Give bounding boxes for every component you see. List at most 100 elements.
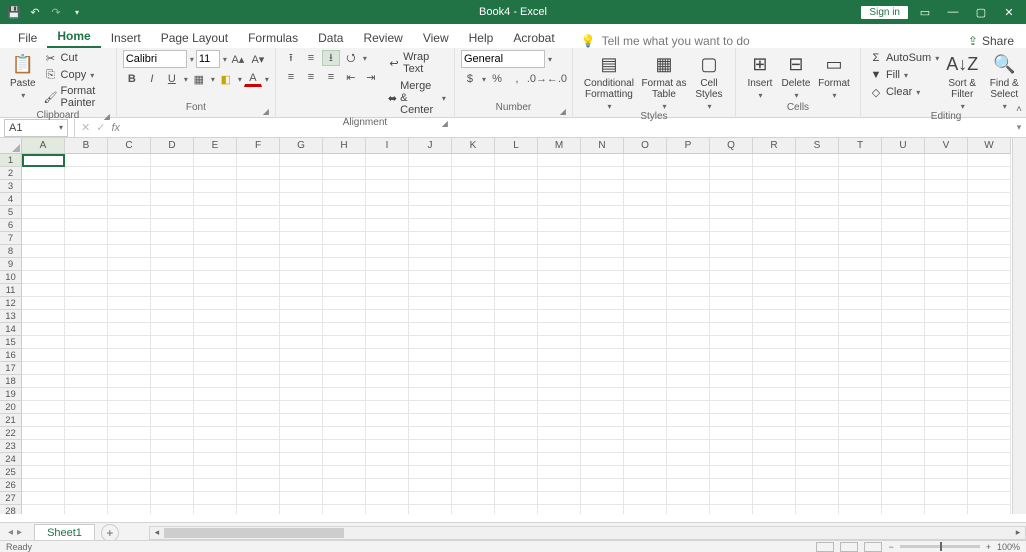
cell[interactable] [710,453,753,466]
row-header[interactable]: 3 [0,180,22,193]
cell[interactable] [151,297,194,310]
tab-view[interactable]: View [413,28,459,48]
cell[interactable] [366,232,409,245]
vertical-scrollbar[interactable] [1012,138,1026,514]
cell[interactable] [323,323,366,336]
cell[interactable] [366,258,409,271]
cell[interactable] [280,245,323,258]
close-icon[interactable]: ✕ [998,1,1020,23]
cell[interactable] [323,401,366,414]
cell[interactable] [624,245,667,258]
cell[interactable] [624,219,667,232]
cell[interactable] [452,505,495,514]
cell[interactable] [409,427,452,440]
cell[interactable] [65,375,108,388]
cell[interactable] [968,310,1011,323]
cell[interactable] [581,180,624,193]
column-header[interactable]: I [366,138,409,154]
column-header[interactable]: M [538,138,581,154]
cell[interactable] [581,388,624,401]
cell[interactable] [280,206,323,219]
cell[interactable] [366,427,409,440]
cell[interactable] [280,427,323,440]
cell[interactable] [538,284,581,297]
row-header[interactable]: 4 [0,193,22,206]
cell[interactable] [452,271,495,284]
cell[interactable] [280,167,323,180]
cell[interactable] [796,271,839,284]
cut-button[interactable]: ✂Cut [42,50,110,66]
cell[interactable] [280,258,323,271]
cell[interactable] [882,323,925,336]
cell[interactable] [323,466,366,479]
cell[interactable] [882,427,925,440]
cell[interactable] [538,479,581,492]
cell[interactable] [710,284,753,297]
cell[interactable] [495,232,538,245]
cell[interactable] [796,206,839,219]
cell[interactable] [108,258,151,271]
cell[interactable] [65,167,108,180]
cell[interactable] [452,401,495,414]
cell[interactable] [108,388,151,401]
cell[interactable] [839,180,882,193]
cell[interactable] [624,453,667,466]
cell[interactable] [624,167,667,180]
cell[interactable] [409,323,452,336]
undo-icon[interactable]: ↶ [27,4,43,20]
cell[interactable] [968,479,1011,492]
cell[interactable] [624,466,667,479]
cell[interactable] [624,310,667,323]
cell[interactable] [323,245,366,258]
cell[interactable] [323,414,366,427]
cell[interactable] [667,271,710,284]
sheet-nav-next-icon[interactable]: ▸ [17,527,22,538]
column-header[interactable]: R [753,138,796,154]
cell[interactable] [452,375,495,388]
cell[interactable] [280,492,323,505]
tell-me-search[interactable]: 💡 Tell me what you want to do [581,34,750,48]
cell[interactable] [495,414,538,427]
cell[interactable] [22,258,65,271]
cell[interactable] [194,479,237,492]
cell[interactable] [452,453,495,466]
cell[interactable] [968,297,1011,310]
cell[interactable] [194,284,237,297]
cell[interactable] [366,349,409,362]
zoom-out-icon[interactable]: − [888,542,893,552]
cell[interactable] [452,479,495,492]
cell[interactable] [667,284,710,297]
cell[interactable] [624,479,667,492]
cell[interactable] [925,349,968,362]
cell[interactable] [495,453,538,466]
conditional-formatting-button[interactable]: ▤Conditional Formatting▾ [579,50,639,111]
cell[interactable] [710,479,753,492]
cell[interactable] [452,297,495,310]
cell[interactable] [237,336,280,349]
cell[interactable] [753,440,796,453]
cell[interactable] [108,492,151,505]
cell[interactable] [538,297,581,310]
cell[interactable] [409,193,452,206]
cell[interactable] [194,219,237,232]
cell[interactable] [194,505,237,514]
cell[interactable] [323,167,366,180]
cell[interactable] [581,427,624,440]
cancel-formula-icon[interactable]: ✕ [81,121,90,134]
cell[interactable] [710,414,753,427]
cell[interactable] [495,206,538,219]
cell[interactable] [710,232,753,245]
cell[interactable] [710,258,753,271]
cell[interactable] [237,310,280,323]
cell[interactable] [452,310,495,323]
cell[interactable] [366,336,409,349]
cell[interactable] [237,401,280,414]
cell[interactable] [237,245,280,258]
cell[interactable] [925,206,968,219]
cell[interactable] [925,375,968,388]
tab-acrobat[interactable]: Acrobat [503,28,564,48]
cell[interactable] [151,284,194,297]
cell[interactable] [796,219,839,232]
cell[interactable] [753,154,796,167]
cell[interactable] [710,310,753,323]
